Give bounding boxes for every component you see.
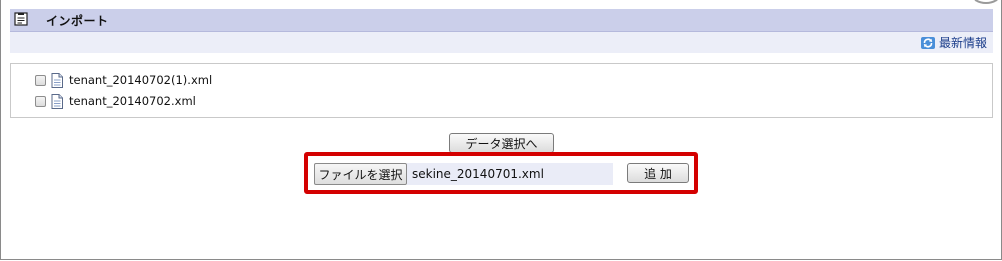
refresh-label: 最新情報	[938, 36, 987, 50]
list-item: tenant_20140702.xml	[35, 92, 196, 110]
file-list: tenant_20140702(1).xml tenant_20140702.x…	[10, 63, 993, 118]
file-name[interactable]: tenant_20140702(1).xml	[69, 73, 212, 87]
add-button[interactable]: 追 加	[627, 163, 689, 183]
list-item: tenant_20140702(1).xml	[35, 71, 212, 89]
refresh-link[interactable]: 最新情報	[920, 34, 987, 51]
title-bar: インポート	[10, 9, 993, 32]
window-corner	[971, 0, 1001, 4]
file-name[interactable]: tenant_20140702.xml	[69, 94, 196, 108]
selected-file-field: sekine_20140701.xml	[407, 163, 613, 185]
refresh-icon	[920, 36, 935, 49]
document-icon	[51, 72, 63, 88]
file-checkbox[interactable]	[35, 95, 46, 107]
import-panel: インポート 最新情報 tenant_20140702(1).xml tenant…	[0, 0, 1002, 260]
data-select-button[interactable]: データ選択へ	[449, 133, 554, 153]
document-icon	[51, 93, 63, 109]
page-title: インポート	[46, 14, 109, 28]
choose-file-button[interactable]: ファイルを選択	[314, 163, 407, 185]
sub-toolbar: 最新情報	[10, 32, 993, 53]
clipboard-icon	[14, 12, 28, 26]
file-checkbox[interactable]	[35, 74, 46, 86]
